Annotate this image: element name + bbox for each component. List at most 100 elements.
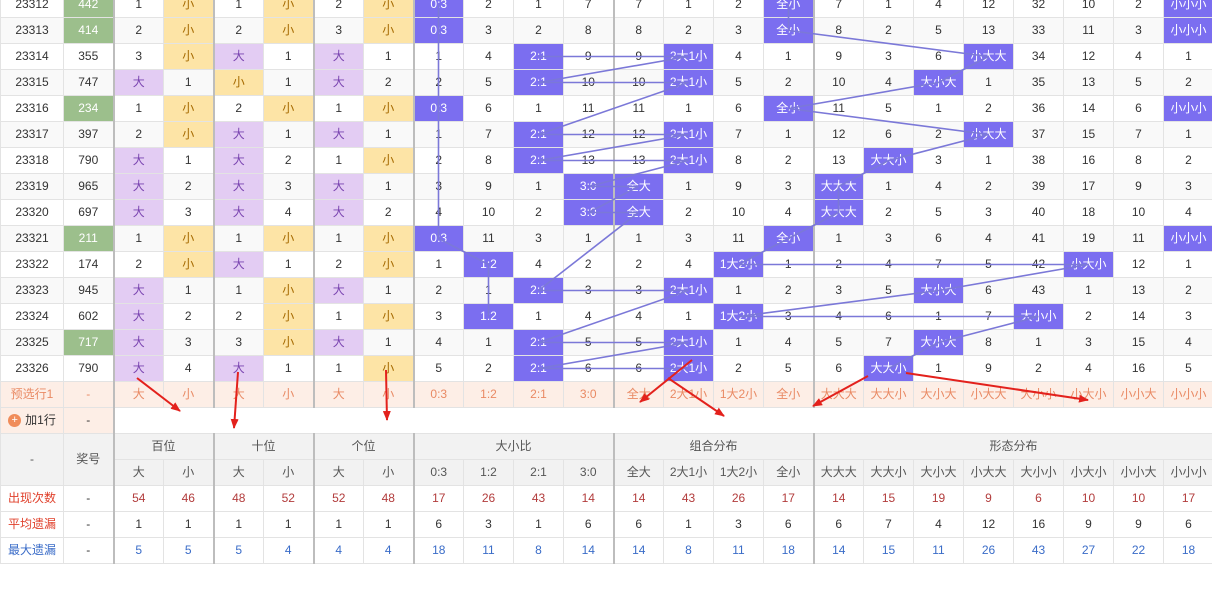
digit-position-cell: 小 bbox=[363, 303, 415, 330]
shape-distribution-cell: 1 bbox=[913, 303, 964, 330]
digit-position-cell: 1 bbox=[363, 43, 415, 70]
size-ratio-cell: 5 bbox=[463, 69, 514, 96]
combo-distribution-cell: 2大1小 bbox=[663, 69, 714, 96]
preset-option[interactable]: 全大 bbox=[613, 381, 664, 408]
shape-distribution-cell: 39 bbox=[1013, 173, 1064, 200]
shape-distribution-cell: 1 bbox=[813, 225, 864, 252]
preset-option[interactable]: 1:2 bbox=[463, 381, 514, 408]
winning-number: 414 bbox=[63, 17, 115, 44]
combo-distribution-cell: 1 bbox=[663, 0, 714, 18]
stats-value: 6 bbox=[563, 511, 615, 538]
stats-row: 平均遗漏 -1 1 1 1 1 1 6 3 1 6 6 1 3 6 6 7 4 12 16 9 9 6 bbox=[0, 511, 1212, 538]
preset-option[interactable]: 大 bbox=[113, 381, 164, 408]
digit-position-cell: 3 bbox=[213, 329, 264, 356]
header-sub: 小小大 bbox=[1113, 459, 1164, 486]
preset-option[interactable]: 大 bbox=[213, 381, 264, 408]
combo-distribution-cell: 4 bbox=[663, 251, 714, 278]
size-ratio-cell: 8 bbox=[463, 147, 514, 174]
shape-distribution-cell: 9 bbox=[813, 43, 864, 70]
shape-distribution-cell: 1 bbox=[863, 173, 914, 200]
digit-position-cell: 1 bbox=[163, 69, 215, 96]
preset-option[interactable]: 小 bbox=[363, 381, 415, 408]
size-ratio-cell: 4 bbox=[463, 43, 514, 70]
preset-option[interactable]: 大小小 bbox=[1013, 381, 1064, 408]
combo-distribution-cell: 4 bbox=[763, 199, 815, 226]
size-ratio-cell: 10 bbox=[563, 69, 615, 96]
header-group: 个位 bbox=[313, 433, 415, 460]
preset-option[interactable]: 大小大 bbox=[913, 381, 964, 408]
shape-distribution-cell: 40 bbox=[1013, 199, 1064, 226]
shape-distribution-cell: 小小小 bbox=[1163, 225, 1212, 252]
shape-distribution-cell: 5 bbox=[813, 329, 864, 356]
combo-distribution-cell: 2大1小 bbox=[663, 355, 714, 382]
preset-option[interactable]: 全小 bbox=[763, 381, 815, 408]
combo-distribution-cell: 全小 bbox=[763, 0, 815, 18]
preset-option[interactable]: 小 bbox=[163, 381, 215, 408]
combo-distribution-cell: 全大 bbox=[613, 173, 664, 200]
combo-distribution-cell: 2大1小 bbox=[663, 147, 714, 174]
issue-number: 23317 bbox=[0, 121, 64, 148]
stats-value: 11 bbox=[713, 537, 764, 564]
preset-option[interactable]: 2:1 bbox=[513, 381, 564, 408]
shape-distribution-cell: 4 bbox=[863, 69, 914, 96]
shape-distribution-cell: 12 bbox=[1113, 251, 1164, 278]
size-ratio-cell: 9 bbox=[463, 173, 514, 200]
preset-row: 预选行1- 大小大小大小 0:3 1:2 2:1 3:0 全大 2大1小 1大2小 全小 大大大 大大… bbox=[0, 381, 1212, 408]
combo-distribution-cell: 8 bbox=[613, 17, 664, 44]
header-sub: 1大2小 bbox=[713, 459, 764, 486]
digit-position-cell: 1 bbox=[213, 0, 264, 18]
digit-position-cell: 1 bbox=[363, 173, 415, 200]
draw-row: 23318 790 大 1 大 2 1 小 2 8 2:1 13 13 2大1小 8 2 13 大大小 3 1 38 16… bbox=[0, 147, 1212, 174]
combo-distribution-cell: 1 bbox=[763, 43, 815, 70]
winning-number: 397 bbox=[63, 121, 115, 148]
stats-value: 48 bbox=[363, 485, 415, 512]
digit-position-cell: 2 bbox=[313, 0, 364, 18]
preset-option[interactable]: 1大2小 bbox=[713, 381, 764, 408]
size-ratio-cell: 9 bbox=[563, 43, 615, 70]
preset-option[interactable]: 大大小 bbox=[863, 381, 914, 408]
digit-position-cell: 1 bbox=[113, 0, 164, 18]
preset-option[interactable]: 小小大 bbox=[1113, 381, 1164, 408]
size-ratio-cell: 2:1 bbox=[513, 69, 564, 96]
shape-distribution-cell: 大小小 bbox=[1013, 303, 1064, 330]
header-sub: 1:2 bbox=[463, 459, 514, 486]
add-row-dash: - bbox=[63, 407, 115, 434]
shape-distribution-cell: 3 bbox=[1163, 303, 1212, 330]
shape-distribution-cell: 2 bbox=[863, 199, 914, 226]
digit-position-cell: 小 bbox=[163, 17, 215, 44]
digit-position-cell: 大 bbox=[113, 277, 164, 304]
stats-value: 22 bbox=[1113, 537, 1164, 564]
shape-distribution-cell: 3 bbox=[1163, 173, 1212, 200]
digit-position-cell: 小 bbox=[163, 225, 215, 252]
preset-option[interactable]: 小大大 bbox=[963, 381, 1014, 408]
preset-option[interactable]: 小大小 bbox=[1063, 381, 1114, 408]
combo-distribution-cell: 11 bbox=[613, 95, 664, 122]
shape-distribution-cell: 5 bbox=[863, 95, 914, 122]
preset-option[interactable]: 小 bbox=[263, 381, 315, 408]
draw-row: 23322 174 2 小大 1 2 小 1 1:2 4 2 2 4 1大2小 1 2 4 7 5 42 小大小 12 1 bbox=[0, 251, 1212, 278]
digit-position-cell: 大 bbox=[313, 277, 364, 304]
preset-option[interactable]: 0:3 bbox=[413, 381, 464, 408]
combo-distribution-cell: 1 bbox=[663, 303, 714, 330]
header-sub: 大小小 bbox=[1013, 459, 1064, 486]
preset-option[interactable]: 大 bbox=[313, 381, 364, 408]
preset-option[interactable]: 3:0 bbox=[563, 381, 615, 408]
preset-option[interactable]: 小小小 bbox=[1163, 381, 1212, 408]
combo-distribution-cell: 2 bbox=[763, 147, 815, 174]
header-group: 形态分布 bbox=[813, 433, 1212, 460]
header-group: 大小比 bbox=[413, 433, 615, 460]
header-sub: 全大 bbox=[613, 459, 664, 486]
stats-value: 27 bbox=[1063, 537, 1114, 564]
preset-option[interactable]: 2大1小 bbox=[663, 381, 714, 408]
digit-position-cell: 2 bbox=[363, 199, 415, 226]
add-row-button[interactable]: + 加1行 bbox=[0, 407, 64, 434]
shape-distribution-cell: 14 bbox=[1113, 303, 1164, 330]
digit-position-cell: 小 bbox=[363, 147, 415, 174]
shape-distribution-cell: 3 bbox=[813, 277, 864, 304]
stats-value: 52 bbox=[263, 485, 315, 512]
stats-value: 3 bbox=[463, 511, 514, 538]
shape-distribution-cell: 8 bbox=[963, 329, 1014, 356]
combo-distribution-cell: 2大1小 bbox=[663, 121, 714, 148]
shape-distribution-cell: 2 bbox=[1063, 303, 1114, 330]
preset-option[interactable]: 大大大 bbox=[813, 381, 864, 408]
